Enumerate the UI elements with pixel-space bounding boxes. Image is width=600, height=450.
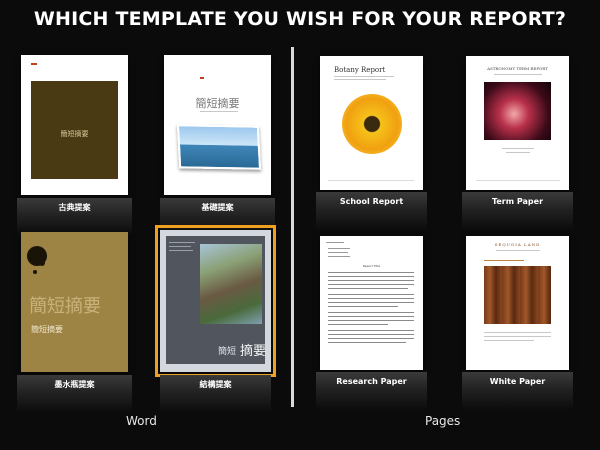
cover-title: 簡短摘要 <box>195 97 240 110</box>
template-label: 古典提案 <box>58 203 91 212</box>
template-label-plate: 古典提案 <box>17 198 132 236</box>
template-tile-classic[interactable]: 簡短摘要 古典提案 <box>17 55 132 236</box>
template-label-plate: School Report <box>316 192 427 230</box>
cover-photo-redwoods <box>484 266 551 324</box>
cover-photo-nebula <box>484 82 551 140</box>
page-headline: WHICH TEMPLATE YOU WISH FOR YOUR REPORT? <box>33 8 567 30</box>
template-tile-basic[interactable]: 簡短摘要 基礎提案 <box>160 55 275 236</box>
template-label: School Report <box>339 197 404 206</box>
template-tile-white-paper[interactable]: SEQUOIA LAND White Paper <box>462 236 573 410</box>
section-divider <box>291 47 294 407</box>
template-tile-term-paper[interactable]: ASTRONOMY TERM REPORT Term Paper <box>462 56 573 230</box>
template-preview-classic: 簡短摘要 <box>21 55 128 195</box>
section-label-pages: Pages <box>425 414 461 428</box>
cover-title: SEQUOIA LAND <box>494 242 541 247</box>
template-label: Term Paper <box>491 197 544 206</box>
template-label-plate: White Paper <box>462 372 573 410</box>
section-label-word: Word <box>126 414 157 428</box>
cover-photo-ocean <box>176 124 262 170</box>
template-label-plate: 結構提案 <box>160 375 271 413</box>
cover-subtitle: 簡短摘要 <box>31 325 63 334</box>
template-label-plate: 墨水瓶提案 <box>17 375 132 413</box>
cover-title: ASTRONOMY TERM REPORT <box>487 66 548 71</box>
template-preview-research-paper: Report Title <box>320 236 423 370</box>
cover-dark-block: 簡短摘要 <box>31 81 118 179</box>
template-tile-ink-bottle[interactable]: 簡短摘要 簡短摘要 墨水瓶提案 <box>17 232 132 413</box>
template-label: 基礎提案 <box>201 203 234 212</box>
cover-subtitle: 摘要 <box>240 344 267 359</box>
template-label-plate: Research Paper <box>316 372 427 410</box>
cover-title: 簡短 <box>218 347 237 357</box>
cover-title: Botany Report <box>334 66 386 74</box>
template-preview-school-report: Botany Report <box>320 56 423 190</box>
template-tile-school-report[interactable]: Botany Report School Report <box>316 56 427 230</box>
cover-title: 簡短摘要 <box>60 130 89 138</box>
template-preview-basic: 簡短摘要 <box>164 55 271 195</box>
template-tile-research-paper[interactable]: Report Title Research Paper <box>316 236 427 410</box>
template-label: White Paper <box>489 377 546 386</box>
template-preview-white-paper: SEQUOIA LAND <box>466 236 569 370</box>
template-preview-ink-bottle: 簡短摘要 簡短摘要 <box>21 232 128 372</box>
cover-title: Report Title <box>362 264 381 268</box>
template-label-plate: 基礎提案 <box>160 198 275 236</box>
template-label: 墨水瓶提案 <box>54 380 95 389</box>
template-label: 結構提案 <box>199 380 232 389</box>
cover-photo-flower <box>342 94 402 154</box>
cover-photo-cliffs <box>200 244 262 324</box>
template-preview-term-paper: ASTRONOMY TERM REPORT <box>466 56 569 190</box>
cover-title: 簡短摘要 <box>29 296 101 317</box>
template-label-plate: Term Paper <box>462 192 573 230</box>
template-tile-structure[interactable]: 簡短 摘要 結構提案 <box>155 225 276 413</box>
template-preview-structure: 簡短 摘要 <box>155 225 276 377</box>
template-label: Research Paper <box>336 377 407 386</box>
